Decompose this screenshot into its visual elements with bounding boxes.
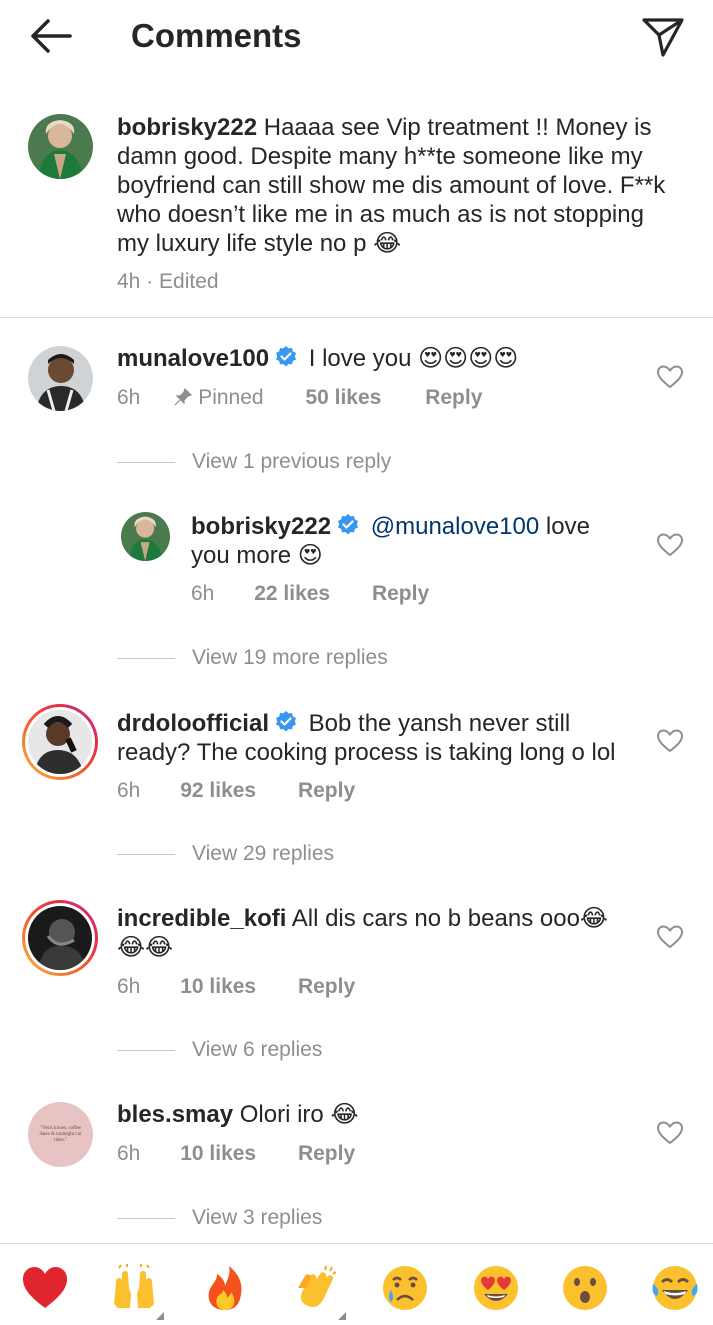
- skin-tone-indicator: [156, 1312, 164, 1320]
- reply-button[interactable]: Reply: [425, 384, 482, 412]
- reply-text: bobrisky222 @munalove100 love you more 😍: [191, 512, 621, 570]
- view-previous-replies[interactable]: View 1 previous reply: [117, 448, 391, 476]
- like-heart-icon[interactable]: [657, 925, 683, 949]
- fire-icon: [208, 1266, 242, 1310]
- comment-body: I love you: [308, 345, 412, 372]
- reply-button[interactable]: Reply: [298, 777, 355, 805]
- caption-text: bobrisky222 Haaaa see Vip treatment !! M…: [117, 113, 677, 258]
- paper-plane-icon: [642, 18, 684, 57]
- tears-of-joy-icon: [652, 1266, 698, 1310]
- comment-meta: 6h 10 likes Reply: [117, 1140, 355, 1168]
- comment-time: 6h: [117, 975, 141, 998]
- reply-avatar-bobrisky222[interactable]: [121, 512, 170, 561]
- emoji-fire-button[interactable]: [201, 1264, 249, 1312]
- verified-badge-icon: [276, 711, 296, 732]
- comment-avatar-drdoloofficial[interactable]: [22, 704, 98, 780]
- comment-username[interactable]: munalove100: [117, 345, 269, 372]
- caption-emoji: 😂: [373, 230, 402, 257]
- comment-emojis: 😍😍😍😍: [418, 345, 519, 372]
- reply-time: 6h: [191, 582, 215, 605]
- header: Comments: [0, 0, 713, 72]
- crying-face-icon: [383, 1266, 427, 1310]
- comment-text: drdoloofficial Bob the yansh never still…: [117, 709, 647, 767]
- comment-username[interactable]: bles.smay: [117, 1101, 233, 1128]
- comment-body: All dis cars no b beans ooo: [291, 905, 580, 932]
- avatar-quote-text: "Neck kisses, coffee dates & midnight ca…: [39, 1125, 82, 1143]
- like-heart-icon[interactable]: [657, 1121, 683, 1145]
- comment-text: bles.smay Olori iro 😂: [117, 1100, 627, 1129]
- view-more-replies[interactable]: View 19 more replies: [117, 644, 388, 672]
- reply-username[interactable]: bobrisky222: [191, 513, 331, 540]
- emoji-clapping-hands-button[interactable]: [292, 1264, 346, 1320]
- reply-thread-line: [117, 853, 175, 855]
- reply-thread-line: [117, 461, 175, 463]
- red-heart-icon: [23, 1267, 67, 1308]
- comment-time: 6h: [117, 1142, 141, 1165]
- reply-thread-line: [117, 1049, 175, 1051]
- back-button[interactable]: [26, 14, 74, 58]
- page-title: Comments: [131, 17, 302, 54]
- comment-meta: 6h 10 likes Reply: [117, 973, 355, 1001]
- comment-meta: 6h 92 likes Reply: [117, 777, 355, 805]
- surprised-face-icon: [563, 1266, 607, 1310]
- comment-avatar-munalove100[interactable]: [28, 346, 93, 411]
- like-heart-icon[interactable]: [657, 533, 683, 557]
- comment-text: munalove100 I love you 😍😍😍😍: [117, 344, 637, 373]
- emoji-surprised-face-button[interactable]: [561, 1264, 609, 1312]
- reply-button[interactable]: Reply: [298, 1140, 355, 1168]
- like-heart-icon[interactable]: [657, 729, 683, 753]
- likes-count[interactable]: 10 likes: [180, 973, 256, 1001]
- view-replies[interactable]: View 29 replies: [117, 840, 334, 868]
- reply-meta: 6h 22 likes Reply: [191, 580, 429, 608]
- comment-time: 6h: [117, 779, 141, 802]
- pinned-label: Pinned: [174, 384, 264, 412]
- likes-count[interactable]: 92 likes: [180, 777, 256, 805]
- like-heart-icon[interactable]: [657, 365, 683, 389]
- comment-username[interactable]: incredible_kofi: [117, 905, 286, 932]
- reply-emoji: 😍: [297, 542, 323, 569]
- reply-thread-line: [117, 1217, 175, 1219]
- share-button[interactable]: [640, 14, 686, 60]
- arrow-left-icon: [31, 19, 72, 53]
- caption-avatar[interactable]: [28, 114, 93, 179]
- skin-tone-indicator: [338, 1312, 346, 1320]
- pin-icon: [174, 387, 193, 406]
- caption-meta: 4h · Edited: [117, 270, 219, 293]
- reply-button[interactable]: Reply: [372, 580, 429, 608]
- reply-likes-count[interactable]: 22 likes: [254, 580, 330, 608]
- reply-button[interactable]: Reply: [298, 973, 355, 1001]
- comment-text: incredible_kofi All dis cars no b beans …: [117, 904, 627, 962]
- comment-avatar-bles-smay[interactable]: "Neck kisses, coffee dates & midnight ca…: [28, 1102, 93, 1167]
- verified-badge-icon: [338, 514, 359, 535]
- caption-username[interactable]: bobrisky222: [117, 114, 257, 141]
- view-replies[interactable]: View 6 replies: [117, 1036, 322, 1064]
- comment-meta: 6h Pinned 50 likes Reply: [117, 384, 482, 412]
- view-replies[interactable]: View 3 replies: [117, 1204, 322, 1232]
- emoji-heart-button[interactable]: [21, 1264, 69, 1312]
- emoji-heart-eyes-button[interactable]: [472, 1264, 520, 1312]
- comment-emojis: 😂: [330, 1101, 359, 1128]
- heart-eyes-icon: [474, 1266, 518, 1310]
- raised-hands-icon: [114, 1264, 154, 1308]
- comment-username[interactable]: drdoloofficial: [117, 710, 269, 737]
- reply-mention[interactable]: @munalove100: [371, 513, 539, 540]
- comment-time: 6h: [117, 386, 141, 409]
- emoji-reaction-bar: [0, 1243, 713, 1325]
- clapping-hands-icon: [298, 1265, 337, 1307]
- emoji-raised-hands-button[interactable]: [110, 1264, 164, 1320]
- likes-count[interactable]: 50 likes: [305, 384, 381, 412]
- verified-badge-icon: [276, 346, 297, 367]
- emoji-crying-face-button[interactable]: [381, 1264, 429, 1312]
- emoji-tears-of-joy-button[interactable]: [651, 1264, 699, 1312]
- comment-avatar-incredible-kofi[interactable]: [22, 900, 98, 976]
- reply-thread-line: [117, 657, 175, 659]
- likes-count[interactable]: 10 likes: [180, 1140, 256, 1168]
- comment-body: Olori iro: [239, 1101, 324, 1128]
- caption-divider: [0, 317, 713, 318]
